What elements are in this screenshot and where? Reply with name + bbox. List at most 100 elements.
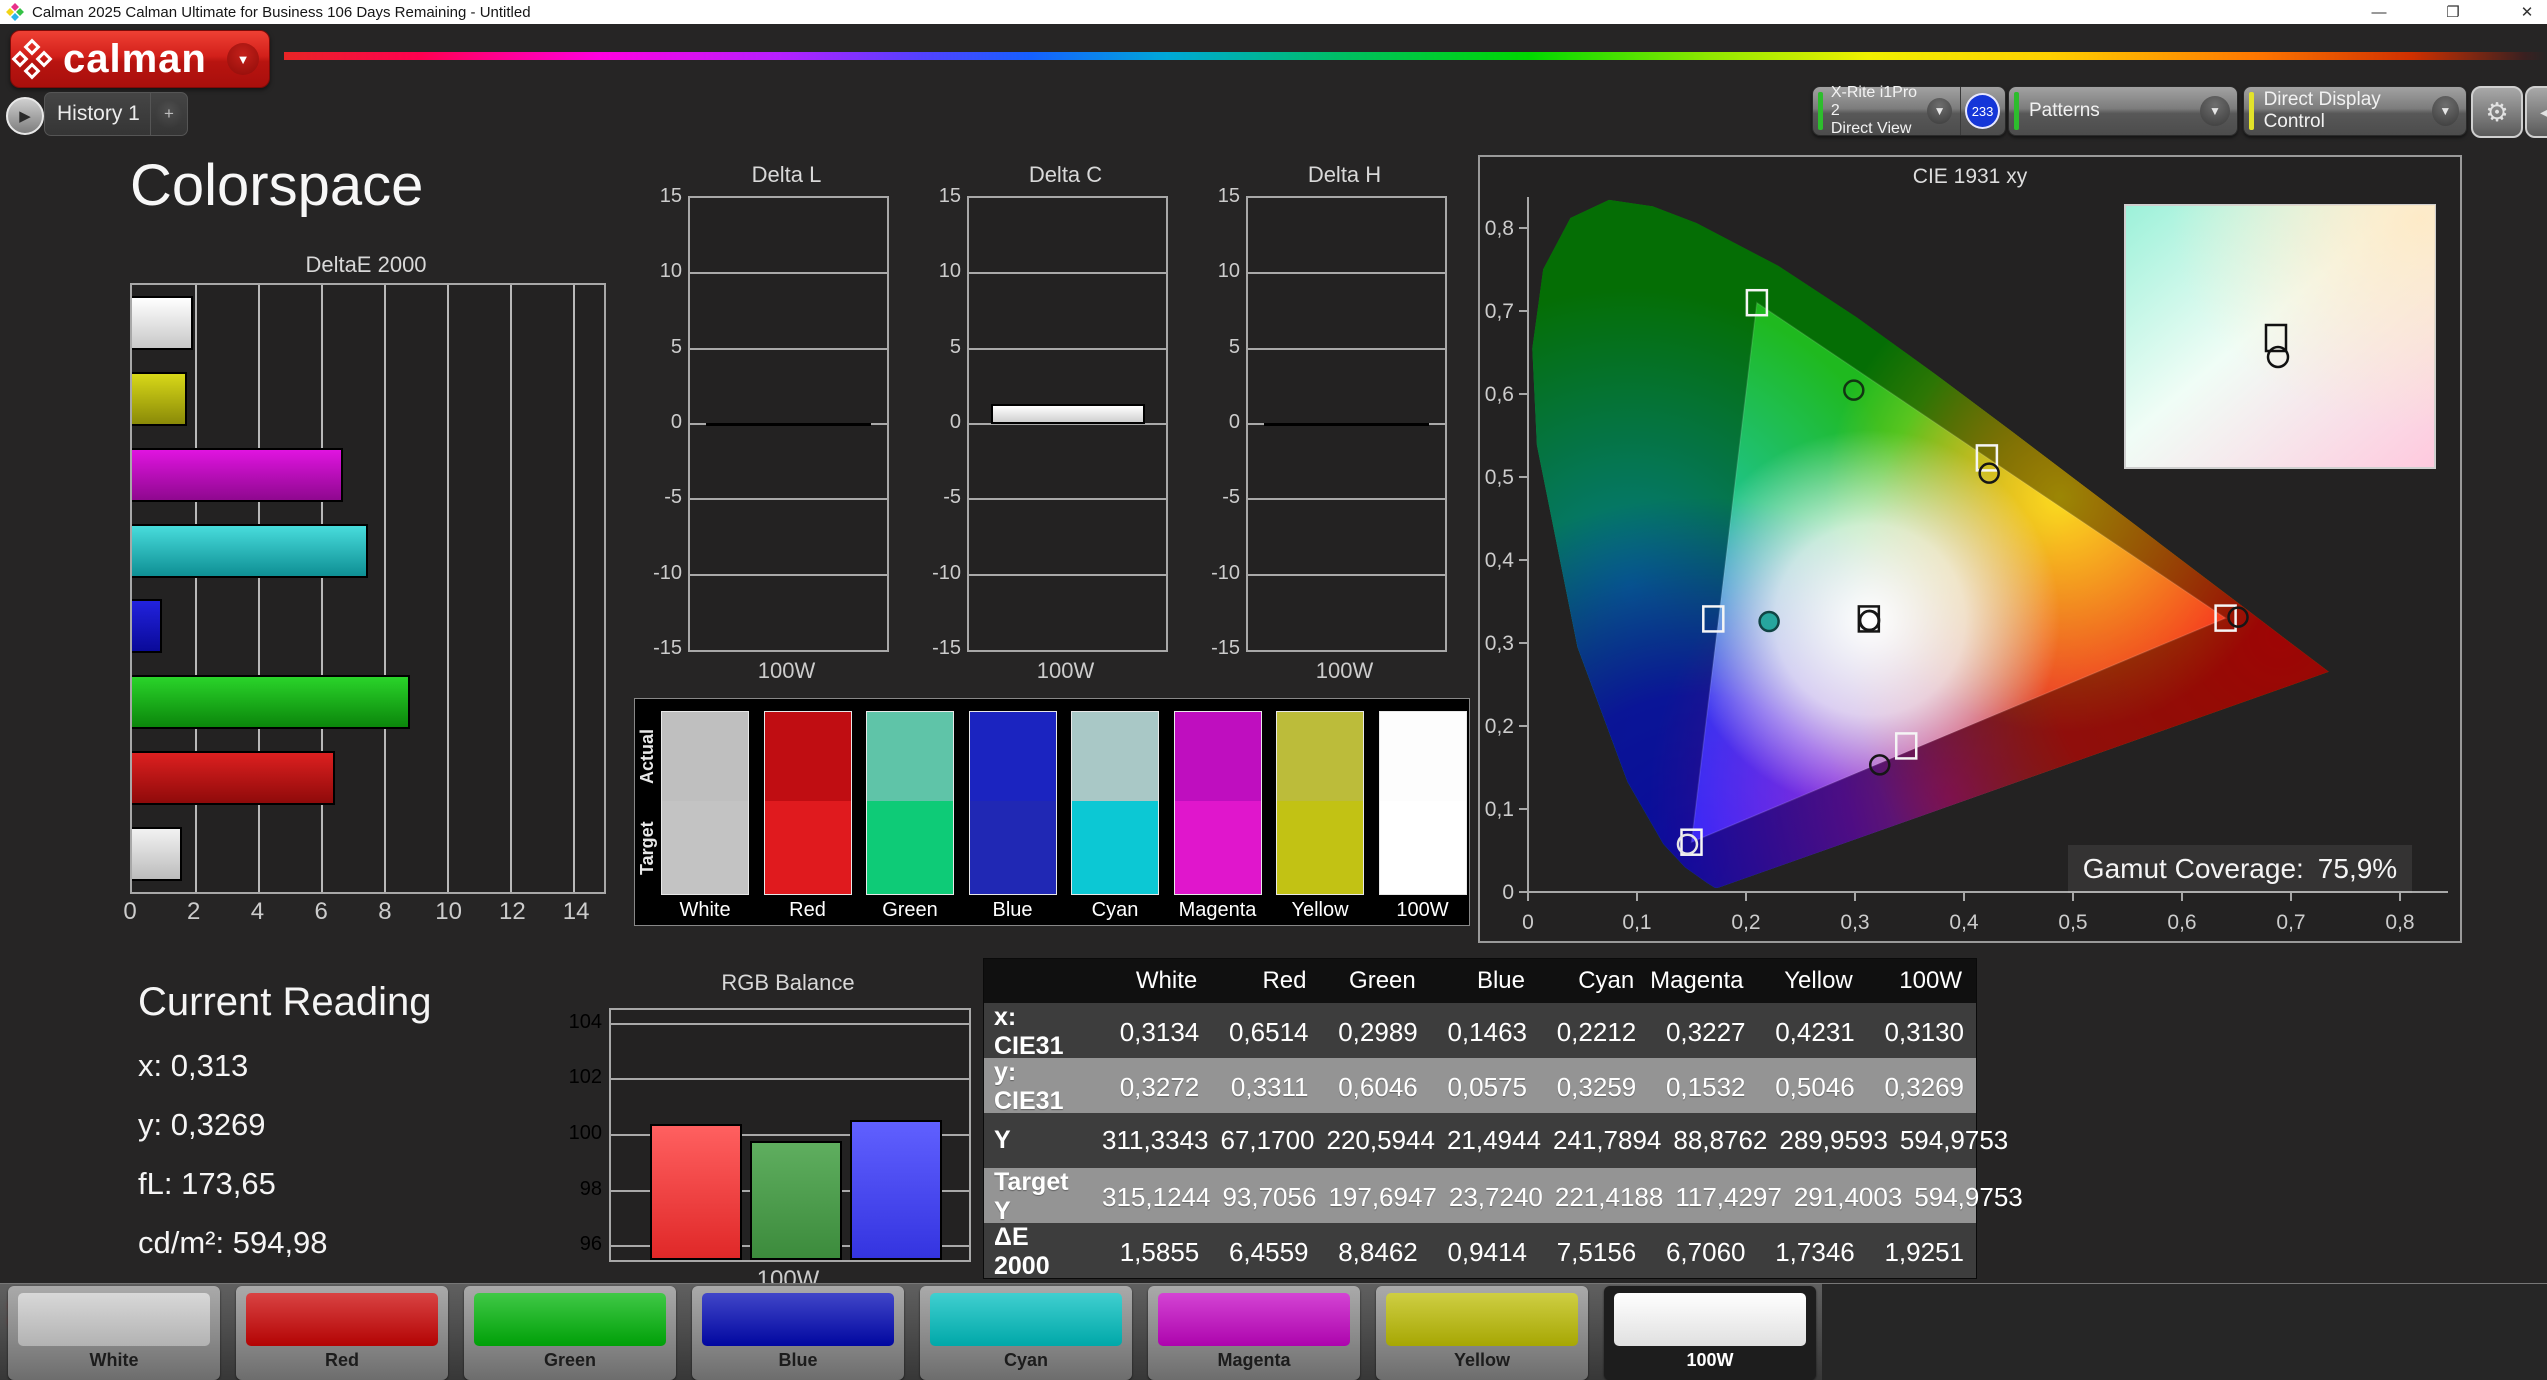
target-swatch — [1276, 801, 1364, 895]
bar-row — [132, 437, 604, 513]
pattern-label: Magenta — [1217, 1350, 1291, 1370]
add-tab-button[interactable]: + — [154, 100, 183, 128]
chevron-down-icon[interactable]: ▼ — [2200, 96, 2230, 126]
delta-l-bar — [706, 423, 871, 426]
y-tick-label: -15 — [932, 637, 961, 659]
pattern-bar-right-zone — [1822, 1284, 2547, 1380]
pattern-yellow[interactable]: Yellow — [1376, 1286, 1588, 1380]
target-swatch — [1378, 801, 1467, 895]
meter-count-badge[interactable]: 233 — [1965, 93, 2000, 129]
svg-text:0,6: 0,6 — [1485, 383, 1514, 406]
y-tick-label: 10 — [1217, 260, 1240, 283]
pattern-100w[interactable]: 100W — [1604, 1286, 1816, 1380]
pattern-label: Yellow — [1453, 1350, 1511, 1370]
table-cell: 594,9753 — [1899, 1125, 2009, 1155]
minimize-button[interactable]: — — [2365, 4, 2393, 21]
patterns-dropdown[interactable]: Patterns ▼ — [2008, 86, 2238, 136]
svg-text:0,7: 0,7 — [2276, 911, 2305, 934]
table-row: ΔE 2000 1,5855 6,4559 8,8462 0,9414 7,5156 6,7… — [984, 1223, 1976, 1280]
window-title: Calman 2025 Calman Ultimate for Business… — [32, 3, 531, 21]
svg-text:0,2: 0,2 — [1731, 911, 1760, 934]
delta-l-xlabel: 100W — [757, 658, 816, 683]
calman-logo-button[interactable]: calman ▼ — [10, 30, 270, 88]
rgb-bar-red — [650, 1123, 742, 1260]
y-tick-label: 15 — [938, 185, 961, 207]
close-button[interactable]: ✕ — [2513, 3, 2541, 21]
pattern-green[interactable]: Green — [464, 1286, 676, 1380]
tab-history-1[interactable]: History 1 + — [44, 92, 188, 136]
table-cell: 0,3269 — [1884, 1071, 1964, 1102]
gear-icon[interactable]: ⚙ — [2471, 86, 2523, 138]
table-cell: 0,3311 — [1230, 1071, 1309, 1102]
table-cell: 23,7240 — [1448, 1181, 1543, 1212]
gridline — [690, 498, 887, 501]
column-header: Yellow — [1784, 967, 1853, 994]
table-row: Y 311,3343 67,1700 220,5944 21,4944 241,7894 8… — [984, 1113, 2008, 1168]
table-cell: 1,5855 — [1119, 1236, 1200, 1267]
row-label: x: CIE31 — [994, 1003, 1064, 1060]
rgb-balance-title: RGB Balance — [721, 970, 855, 995]
pattern-label: Blue — [778, 1350, 818, 1370]
table-cell: 0,6514 — [1228, 1016, 1309, 1047]
pattern-patch — [930, 1293, 1122, 1346]
logo-menu-chevron[interactable]: ▼ — [227, 43, 259, 75]
bar-row — [132, 285, 604, 361]
table-header-row: White Red Green Blue Cyan Magenta Yellow 100W — [984, 959, 1976, 1003]
current-reading-panel: Current Reading x: 0,313 y: 0,3269 fL: 1… — [138, 980, 432, 1261]
column-header: Cyan — [1578, 967, 1635, 994]
y-tick-label: -10 — [1211, 561, 1240, 584]
page-title: Colorspace — [130, 153, 424, 218]
pattern-selection-bar: WhiteRedGreenBlueCyanMagentaYellow100W ▲… — [0, 1283, 2547, 1380]
y-tick-label: -5 — [664, 486, 682, 509]
table-cell: 221,4188 — [1554, 1181, 1664, 1212]
cie-1931-panel: CIE 1931 xy 0 0,1 0,2 0,3 0,4 0,5 0,6 0,… — [1478, 155, 2462, 943]
table-cell: 21,4944 — [1446, 1125, 1541, 1155]
display-control-dropdown[interactable]: Direct Display Control ▼ — [2243, 86, 2467, 136]
collapse-panel-button[interactable]: ◀ — [2525, 86, 2547, 138]
svg-text:0,3: 0,3 — [1840, 911, 1869, 934]
table-cell: 88,8762 — [1673, 1125, 1768, 1155]
pattern-magenta[interactable]: Magenta — [1148, 1286, 1360, 1380]
title-bar: Calman 2025 Calman Ultimate for Business… — [0, 0, 2547, 24]
y-tick-label: 0 — [1228, 411, 1240, 433]
divider — [1960, 87, 1962, 135]
y-tick-label: 100 — [568, 1122, 602, 1144]
target-swatch — [763, 801, 852, 895]
calman-diamond-icon — [11, 38, 53, 80]
gridline — [969, 347, 1166, 350]
restore-button[interactable]: ❐ — [2439, 3, 2467, 21]
meter-dropdown[interactable]: X-Rite i1Pro 2 Direct View ▼ 233 — [1812, 84, 2006, 137]
table-cell: 291,4003 — [1793, 1181, 1903, 1212]
y-tick-label: 10 — [659, 260, 682, 283]
table-cell: 0,3130 — [1884, 1016, 1964, 1047]
cie-chromaticity-chart: 0 0,1 0,2 0,3 0,4 0,5 0,6 0,7 0,8 0 0,1 0,2 0,3 0,4 0,… — [1485, 197, 2448, 934]
column-header: 100W — [1899, 967, 1962, 994]
pattern-cyan[interactable]: Cyan — [920, 1286, 1132, 1380]
pattern-blue[interactable]: Blue — [692, 1286, 904, 1380]
deltae-bar-yellow — [132, 371, 187, 426]
column-header: Green — [1349, 967, 1416, 994]
pattern-white[interactable]: White — [8, 1286, 220, 1380]
actual-swatch — [763, 711, 852, 801]
target-swatch — [968, 801, 1057, 895]
swatch-compare-strip: Actual Target White Red Green Blue Cyan Magenta… — [634, 698, 1470, 926]
deltae-bars — [132, 285, 604, 892]
y-tick-label: 5 — [1228, 335, 1240, 358]
chevron-down-icon[interactable]: ▼ — [1927, 98, 1953, 124]
pattern-patch — [1386, 1293, 1578, 1346]
delta-c-plot — [967, 196, 1168, 652]
rgb-bar-blue — [850, 1119, 942, 1260]
table-cell: 315,1244 — [1102, 1181, 1211, 1212]
rgb-balance-plot — [609, 1008, 971, 1262]
table-cell: 594,9753 — [1914, 1181, 2023, 1212]
svg-text:0,3: 0,3 — [1485, 632, 1514, 655]
table-cell: 241,7894 — [1552, 1125, 1662, 1155]
svg-text:0,2: 0,2 — [1485, 715, 1514, 738]
svg-text:0,8: 0,8 — [1485, 217, 1514, 240]
pattern-patch — [18, 1293, 210, 1346]
y-tick-label: 10 — [938, 260, 961, 283]
pattern-red[interactable]: Red — [236, 1286, 448, 1380]
chevron-down-icon[interactable]: ▼ — [2431, 96, 2460, 126]
tab-scroll-button[interactable]: ▶ — [6, 97, 44, 135]
pattern-patch — [246, 1293, 438, 1346]
